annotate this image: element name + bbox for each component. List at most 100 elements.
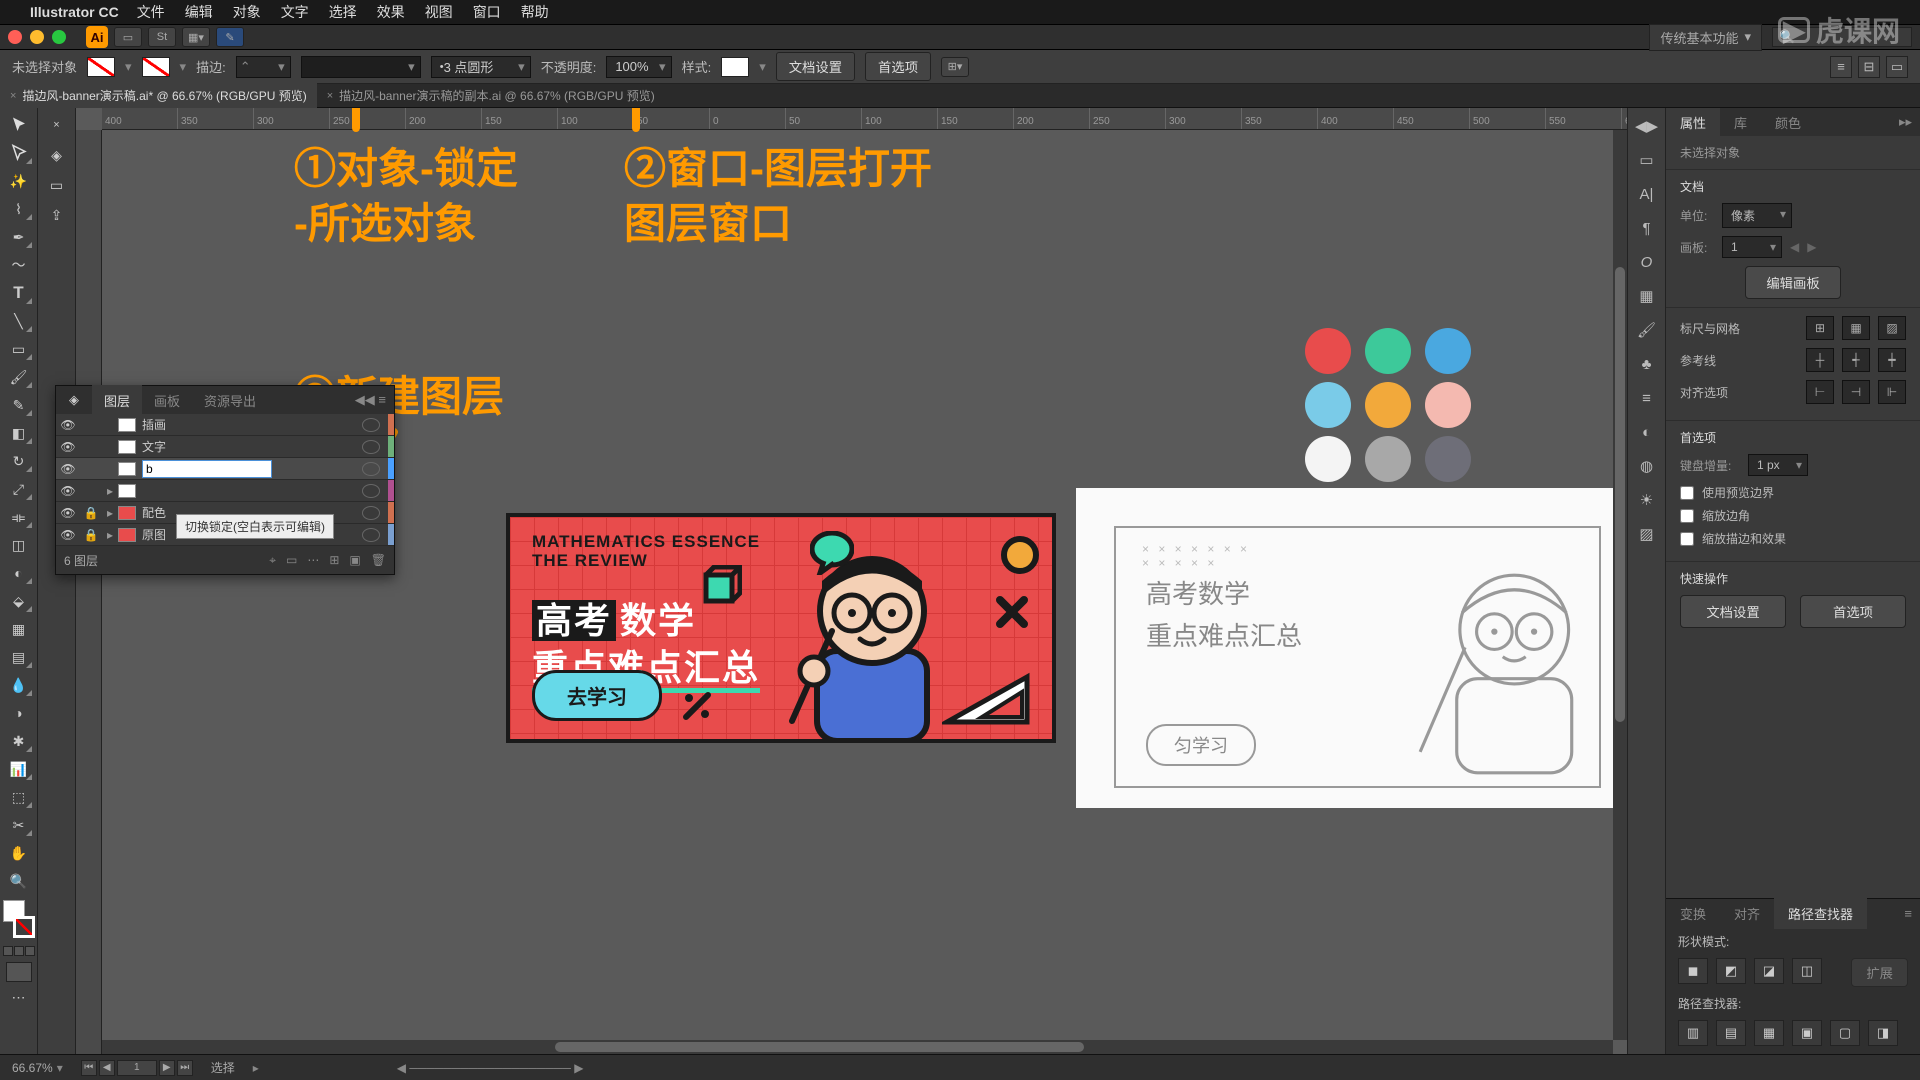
paintbrush-tool[interactable]: 🖌 — [4, 364, 34, 390]
target-icon[interactable] — [362, 484, 380, 498]
new-sublayer-icon[interactable]: ⊞ — [329, 553, 339, 568]
crop-icon[interactable]: ▣ — [1792, 1020, 1822, 1046]
target-icon[interactable] — [362, 506, 380, 520]
maximize-window-button[interactable] — [52, 30, 66, 44]
artboard-select[interactable]: 1 — [1722, 236, 1782, 258]
minimize-window-button[interactable] — [30, 30, 44, 44]
visibility-icon[interactable]: 👁 — [56, 462, 80, 476]
opentype-icon[interactable]: O — [1633, 248, 1661, 276]
panel-menu-icon[interactable]: ≡ — [1896, 906, 1920, 921]
mesh-tool[interactable]: ▦ — [4, 616, 34, 642]
magic-wand-tool[interactable]: ✨ — [4, 168, 34, 194]
graphic-style-swatch[interactable] — [721, 57, 749, 77]
layer-row[interactable]: 👁 — [56, 458, 394, 480]
layer-name[interactable] — [142, 460, 362, 478]
eyedropper-tool[interactable]: 💧 — [4, 672, 34, 698]
stroke-icon[interactable]: ≡ — [1633, 384, 1661, 412]
layers-icon[interactable]: ◈ — [42, 142, 72, 168]
brushes-icon[interactable]: 🖌 — [1633, 316, 1661, 344]
visibility-icon[interactable]: 👁 — [56, 440, 80, 454]
gpu-icon[interactable]: ✎ — [216, 27, 244, 47]
stroke-color-icon[interactable] — [13, 916, 35, 938]
menu-object[interactable]: 对象 — [233, 2, 261, 22]
chk-scale-corners[interactable]: 缩放边角 — [1680, 507, 1906, 524]
menu-window[interactable]: 窗口 — [473, 2, 501, 22]
tab-asset-export[interactable]: 资源导出 — [192, 385, 268, 416]
stock-icon[interactable]: St — [148, 27, 176, 47]
last-artboard-icon[interactable]: ⏭ — [177, 1060, 193, 1076]
menu-view[interactable]: 视图 — [425, 2, 453, 22]
unit-select[interactable]: 像素 — [1722, 203, 1792, 228]
paragraph-icon[interactable]: ¶ — [1633, 214, 1661, 242]
layer-name[interactable]: 插画 — [142, 416, 362, 433]
expand-icon[interactable]: ▸ — [102, 484, 118, 498]
target-icon[interactable] — [362, 462, 380, 476]
snap-grid-icon[interactable]: ⊩ — [1878, 380, 1906, 404]
graphic-styles-icon[interactable]: ▨ — [1633, 520, 1661, 548]
expand-button[interactable]: 扩展 — [1851, 958, 1908, 987]
grid-icon[interactable]: ▦ — [1842, 316, 1870, 340]
intersect-icon[interactable]: ◪ — [1754, 958, 1784, 984]
make-clip-icon[interactable]: ▭ — [286, 553, 297, 568]
menu-type[interactable]: 文字 — [281, 2, 309, 22]
tab-properties[interactable]: 属性 — [1666, 108, 1720, 138]
quick-docsetup-button[interactable]: 文档设置 — [1680, 595, 1786, 628]
search-input[interactable]: 🔍 — [1772, 27, 1912, 47]
ruler-icon[interactable]: ⊞ — [1806, 316, 1834, 340]
layer-menu-icon[interactable]: ⋯ — [307, 553, 319, 568]
stroke-weight-input[interactable]: ⌃ — [236, 56, 291, 78]
expand-icon[interactable]: ▸ — [102, 528, 118, 542]
expand-icon[interactable]: ▸ — [102, 506, 118, 520]
layers-panel-icon[interactable]: ◈ — [64, 390, 84, 410]
column-graph-tool[interactable]: 📊 — [4, 756, 34, 782]
asset-export-icon[interactable]: ⇪ — [42, 202, 72, 228]
curvature-tool[interactable]: ～ — [4, 252, 34, 278]
visibility-icon[interactable]: 👁 — [56, 484, 80, 498]
prev-artboard-icon[interactable]: ◀ — [99, 1060, 115, 1076]
menu-file[interactable]: 文件 — [137, 2, 165, 22]
blend-tool[interactable]: ◑ — [4, 700, 34, 726]
slice-tool[interactable]: ✂ — [4, 812, 34, 838]
close-tab-icon[interactable]: × — [327, 90, 333, 102]
edit-artboard-button[interactable]: 编辑画板 — [1745, 266, 1840, 299]
target-icon[interactable] — [362, 418, 380, 432]
locate-layer-icon[interactable]: ⌖ — [269, 553, 276, 568]
canvas-scrollbar-v[interactable] — [1613, 130, 1627, 1040]
properties-icon[interactable]: ▭ — [1633, 146, 1661, 174]
panel-collapse-icon[interactable]: ◀◀ ≡ — [347, 392, 394, 408]
tab-transform[interactable]: 变换 — [1666, 898, 1720, 929]
canvas-scrollbar-h[interactable] — [102, 1040, 1613, 1054]
guides-lock-icon[interactable]: ┽ — [1842, 348, 1870, 372]
rectangle-tool[interactable]: ▭ — [4, 336, 34, 362]
type-icon[interactable]: A| — [1633, 180, 1661, 208]
menu-effect[interactable]: 效果 — [377, 2, 405, 22]
trim-icon[interactable]: ▤ — [1716, 1020, 1746, 1046]
edit-toolbar-button[interactable]: ⋯ — [4, 984, 34, 1010]
perspective-tool[interactable]: ⬙ — [4, 588, 34, 614]
stroke-profile[interactable]: • 3 点圆形 — [431, 56, 531, 78]
smart-guides-icon[interactable]: ┿ — [1878, 348, 1906, 372]
gradient-tool[interactable]: ▤ — [4, 644, 34, 670]
first-artboard-icon[interactable]: ⏮ — [81, 1060, 97, 1076]
workspace-switcher[interactable]: 传统基本功能▾ — [1649, 24, 1762, 51]
symbols-icon[interactable]: ♣ — [1633, 350, 1661, 378]
quick-prefs-button[interactable]: 首选项 — [1800, 595, 1906, 628]
artboards-icon[interactable]: ▭ — [42, 172, 72, 198]
direct-selection-tool[interactable] — [4, 140, 34, 166]
tab-pathfinder[interactable]: 路径查找器 — [1774, 898, 1867, 929]
bridge-icon[interactable]: ▭ — [114, 27, 142, 47]
minus-back-icon[interactable]: ◨ — [1868, 1020, 1898, 1046]
outline-icon[interactable]: ▢ — [1830, 1020, 1860, 1046]
fill-swatch[interactable] — [87, 57, 115, 77]
new-layer-icon[interactable]: ▣ — [349, 553, 360, 568]
opacity-input[interactable]: 100% — [606, 56, 671, 78]
tab-artboards[interactable]: 画板 — [142, 385, 192, 416]
layers-panel[interactable]: ◈ 图层 画板 资源导出 ◀◀ ≡ 切换锁定(空白表示可编辑) 👁插画👁文字👁👁… — [55, 385, 395, 575]
opt-icon-3[interactable]: ▭ — [1886, 56, 1908, 78]
hand-tool[interactable]: ✋ — [4, 840, 34, 866]
selection-tool[interactable] — [4, 112, 34, 138]
lock-icon[interactable]: 🔒 — [80, 506, 102, 520]
artboard-prev-icon[interactable]: ◀ — [1790, 240, 1799, 254]
snap-pixel-icon[interactable]: ⊢ — [1806, 380, 1834, 404]
line-tool[interactable]: ╲ — [4, 308, 34, 334]
